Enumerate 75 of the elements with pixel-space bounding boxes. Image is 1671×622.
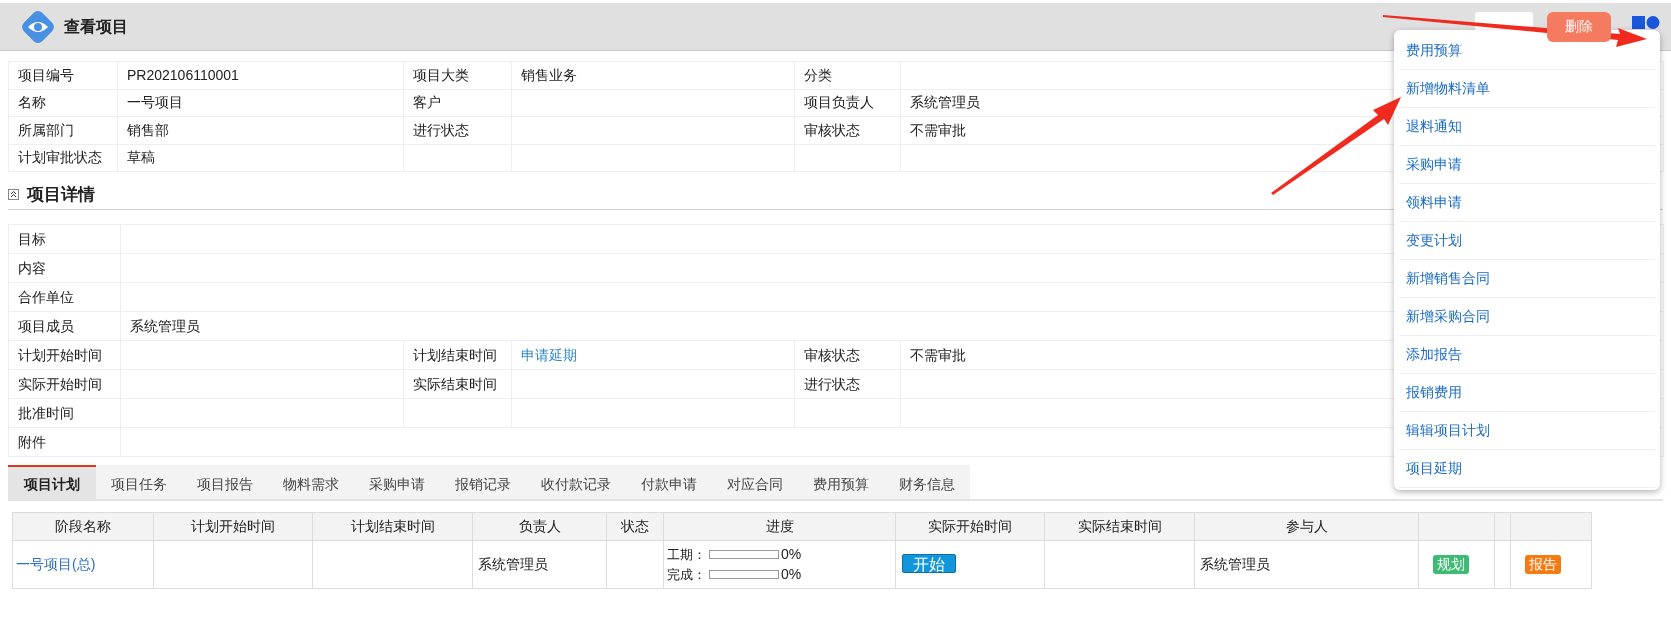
column-header: 实际结束时间 — [1077, 518, 1162, 534]
field-label: 合作单位 — [18, 288, 74, 305]
tab[interactable]: 费用预算 — [798, 465, 884, 501]
menu-item[interactable]: 辑辑项目计划 — [1399, 412, 1655, 450]
field-value: 不需审批 — [910, 121, 966, 138]
menu-item[interactable]: 报销费用 — [1399, 374, 1655, 412]
stage-link[interactable]: 一号项目(总) — [16, 556, 96, 572]
field-label: 内容 — [18, 259, 46, 276]
menu-item[interactable]: 采购申请 — [1399, 146, 1655, 184]
field-value: 不需审批 — [910, 346, 966, 363]
progress-reading: 0% — [781, 565, 802, 584]
delay-link[interactable]: 申请延期 — [521, 346, 577, 363]
field-value: PR202106110001 — [127, 66, 239, 83]
column-header: 计划结束时间 — [350, 518, 435, 534]
tab[interactable]: 项目报告 — [182, 465, 268, 501]
progress-label: 完成： — [667, 565, 707, 584]
field-label: 附件 — [18, 433, 46, 450]
tab[interactable]: 付款申请 — [626, 465, 712, 501]
tab[interactable]: 项目任务 — [96, 465, 182, 501]
menu-item[interactable]: 退料通知 — [1399, 108, 1655, 146]
page-title: 查看项目 — [64, 16, 128, 37]
tab[interactable]: 项目计划 — [8, 465, 96, 501]
menu-item[interactable]: 新增物料清单 — [1399, 70, 1655, 108]
field-label: 客户 — [413, 94, 441, 111]
section-title: 项目详情 — [27, 183, 95, 206]
column-header: 状态 — [621, 518, 649, 534]
field-label: 名称 — [18, 94, 46, 111]
field-label: 分类 — [804, 66, 832, 83]
field-value: 系统管理员 — [130, 317, 200, 334]
tab[interactable]: 收付款记录 — [526, 465, 626, 501]
menu-item[interactable]: 项目延期 — [1399, 450, 1655, 488]
table-cell-text: 系统管理员 — [477, 556, 548, 572]
column-header: 阶段名称 — [55, 518, 111, 534]
field-value: 销售业务 — [521, 66, 577, 83]
collapse-icon[interactable] — [8, 189, 19, 200]
field-label: 项目成员 — [18, 317, 74, 334]
field-value: 一号项目 — [127, 94, 183, 111]
column-header: 进度 — [765, 518, 794, 534]
tab[interactable]: 报销记录 — [440, 465, 526, 501]
field-label: 目标 — [18, 230, 46, 247]
field-label: 计划开始时间 — [18, 346, 102, 363]
field-label: 实际开始时间 — [18, 375, 102, 392]
column-header: 实际开始时间 — [928, 518, 1012, 534]
tab[interactable]: 财务信息 — [884, 465, 970, 501]
menu-item[interactable]: 领料申请 — [1399, 184, 1655, 222]
table-cell-text: 系统管理员 — [1199, 556, 1270, 572]
field-label: 所属部门 — [18, 121, 74, 138]
field-value: 草稿 — [127, 149, 155, 166]
column-header: 负责人 — [518, 518, 561, 534]
progress-label: 工期： — [667, 545, 707, 564]
menu-item[interactable]: 新增销售合同 — [1399, 260, 1655, 298]
field-value: 销售部 — [127, 121, 169, 138]
tab[interactable]: 物料需求 — [268, 465, 354, 501]
field-label: 批准时间 — [18, 404, 74, 421]
progress-reading: 0% — [781, 545, 802, 564]
start-button[interactable]: 开始 — [902, 553, 956, 573]
field-label: 进行状态 — [413, 121, 469, 138]
tab[interactable]: 采购申请 — [354, 465, 440, 501]
column-header: 计划开始时间 — [191, 518, 275, 534]
tab[interactable]: 对应合同 — [712, 465, 798, 501]
field-label: 项目大类 — [413, 66, 469, 83]
menu-item[interactable]: 新增采购合同 — [1399, 298, 1655, 336]
field-label: 计划审批状态 — [18, 149, 102, 166]
menu-item[interactable]: 变更计划 — [1399, 222, 1655, 260]
apps-icon[interactable] — [1632, 16, 1660, 30]
field-value: 系统管理员 — [910, 94, 980, 111]
menu-item[interactable]: 添加报告 — [1399, 336, 1655, 374]
field-label: 项目负责人 — [804, 94, 874, 111]
field-label: 计划结束时间 — [413, 346, 497, 363]
field-label: 项目编号 — [18, 66, 74, 83]
field-label: 实际结束时间 — [413, 375, 497, 392]
field-label: 审核状态 — [804, 121, 860, 138]
field-label: 审核状态 — [804, 346, 860, 363]
column-header: 参与人 — [1285, 518, 1328, 534]
field-label: 进行状态 — [804, 375, 860, 392]
